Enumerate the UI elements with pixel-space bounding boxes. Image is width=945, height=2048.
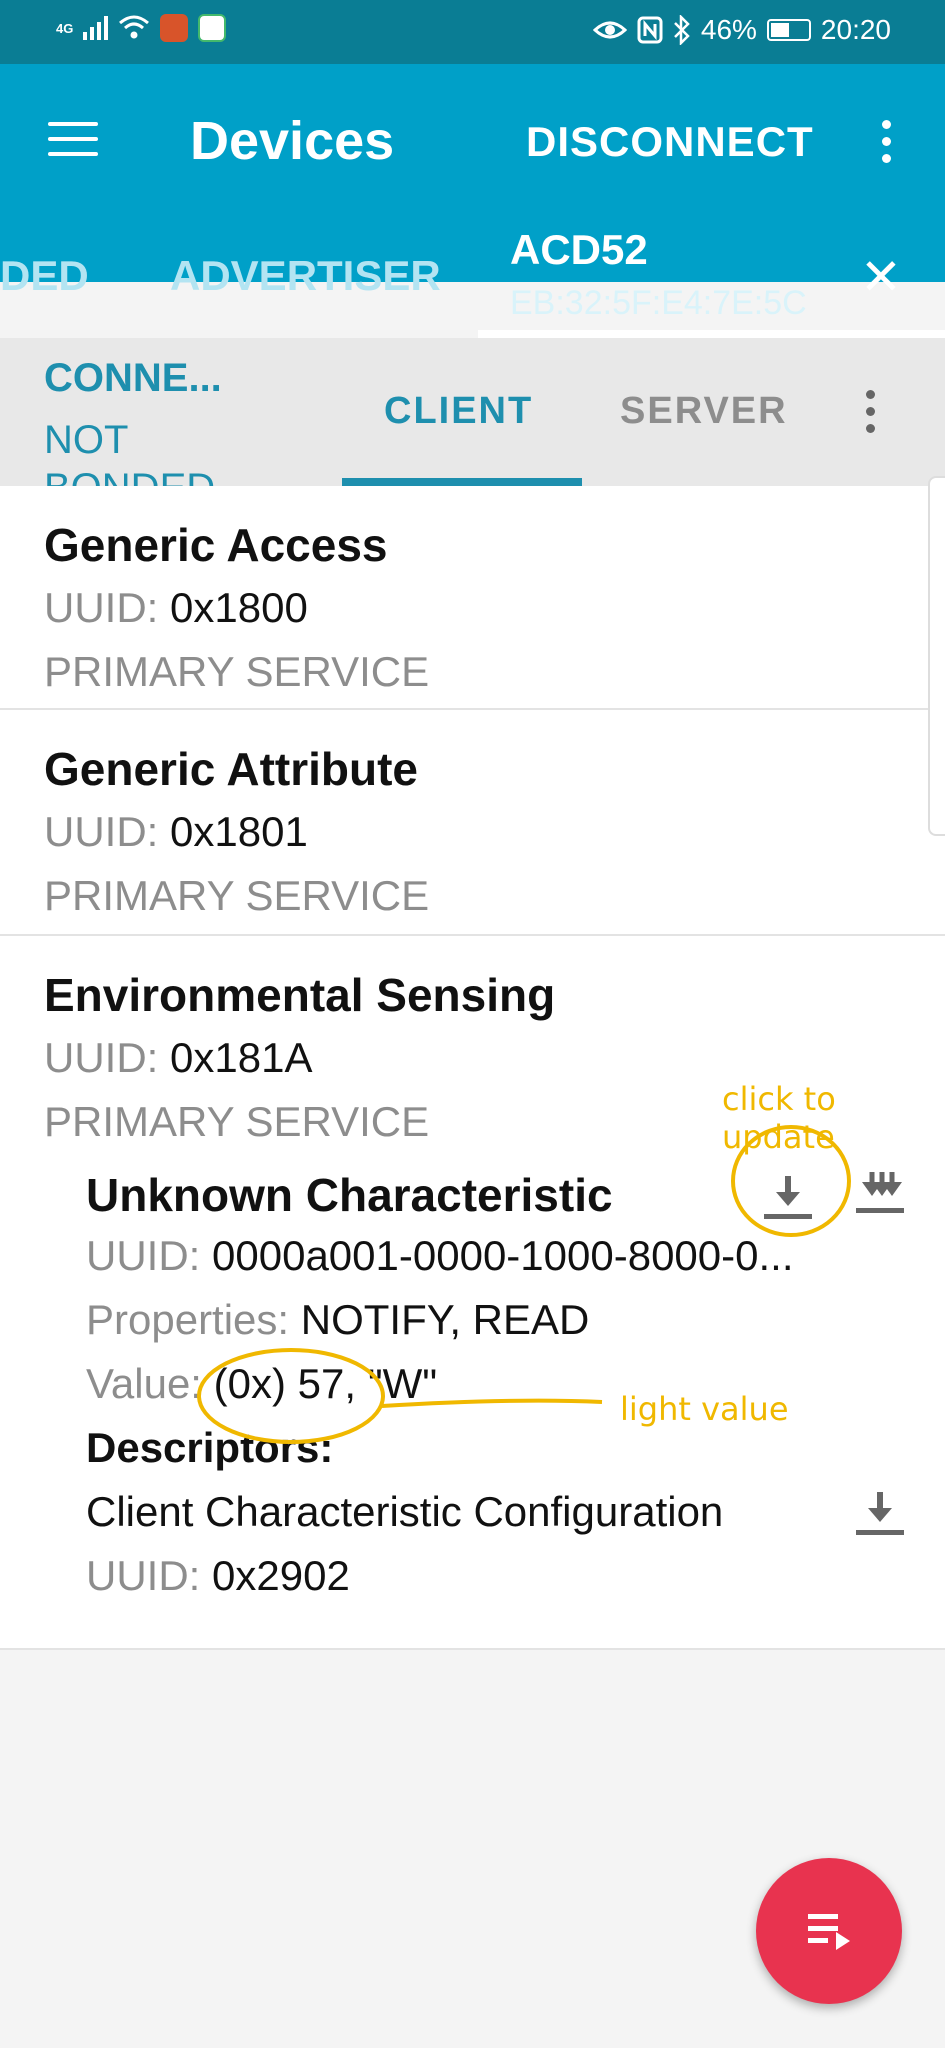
service-item[interactable]: Environmental Sensing UUID: 0x181A PRIMA…: [0, 936, 945, 1650]
eye-icon: [592, 21, 627, 39]
clock: 20:20: [820, 14, 891, 45]
notify-multiple-download-icon[interactable]: [852, 1168, 908, 1220]
nfc-icon: [637, 16, 663, 44]
battery-icon: [766, 19, 811, 41]
playlist-play-icon: [808, 1914, 850, 1950]
battery-percentage: 46%: [700, 14, 757, 45]
service-uuid: UUID: 0x1800: [44, 584, 308, 631]
tab-client[interactable]: CLIENT: [384, 390, 533, 433]
app-notification-icon: [160, 14, 189, 42]
service-item[interactable]: Generic Attribute UUID: 0x1801 PRIMARY S…: [0, 710, 945, 936]
tab-advertiser[interactable]: ADVERTISER: [170, 252, 441, 300]
hamburger-menu-icon[interactable]: [48, 122, 98, 158]
characteristic-name[interactable]: Unknown Characteristic: [86, 1168, 613, 1222]
scroll-indicator[interactable]: [928, 476, 945, 836]
service-name: Generic Access: [44, 519, 388, 571]
descriptor-name[interactable]: Client Characteristic Configuration: [86, 1488, 723, 1536]
bluetooth-icon: [673, 15, 690, 45]
service-type: PRIMARY SERVICE: [44, 648, 430, 695]
annotation-circle-update: [731, 1125, 851, 1237]
connection-state[interactable]: CONNE...: [44, 356, 222, 401]
client-tab-indicator: [342, 478, 582, 486]
tab-device-mac: EB:32:5F:E4:7E:5C: [510, 284, 807, 322]
signal-icon: [83, 16, 109, 40]
tab-partial[interactable]: DED: [0, 252, 89, 300]
active-tab-indicator: [478, 330, 945, 338]
overflow-menu-icon[interactable]: [882, 120, 894, 163]
log-fab-button[interactable]: [756, 1858, 902, 2004]
services-list: Generic Access UUID: 0x1800 PRIMARY SERV…: [0, 486, 945, 1650]
close-icon[interactable]: ✕: [860, 252, 902, 302]
wifi-icon: [119, 15, 150, 39]
service-uuid: UUID: 0x1801: [44, 808, 308, 855]
disconnect-button[interactable]: DISCONNECT: [526, 118, 814, 166]
service-type: PRIMARY SERVICE: [44, 872, 430, 919]
network-type: 4G: [56, 20, 74, 36]
service-name: Environmental Sensing: [44, 969, 556, 1021]
tab-overflow-menu-icon[interactable]: [866, 390, 878, 433]
bond-state: NOT BONDED: [44, 418, 215, 486]
app-bar: Devices DISCONNECT DED ADVERTISER ACD52 …: [0, 64, 945, 338]
tab-device-name[interactable]: ACD52: [510, 226, 648, 274]
page-title: Devices: [190, 111, 395, 171]
characteristic-properties: Properties: NOTIFY, READ: [86, 1296, 590, 1343]
app-notification-icon-2: [198, 14, 227, 42]
annotation-light-value: light value: [620, 1390, 789, 1428]
status-bar: 4G 46% 20:20: [0, 0, 945, 64]
characteristic-uuid: UUID: 0000a001-0000-1000-8000-0...: [86, 1232, 794, 1279]
service-type: PRIMARY SERVICE: [44, 1098, 430, 1145]
service-name: Generic Attribute: [44, 743, 419, 795]
connection-tab-bar: CONNE... NOT BONDED CLIENT SERVER: [0, 338, 945, 486]
descriptor-uuid: UUID: 0x2902: [86, 1552, 350, 1599]
service-item[interactable]: Generic Access UUID: 0x1800 PRIMARY SERV…: [0, 486, 945, 710]
tab-server[interactable]: SERVER: [620, 390, 788, 433]
descriptor-read-icon[interactable]: [852, 1488, 908, 1540]
service-uuid: UUID: 0x181A: [44, 1034, 313, 1081]
